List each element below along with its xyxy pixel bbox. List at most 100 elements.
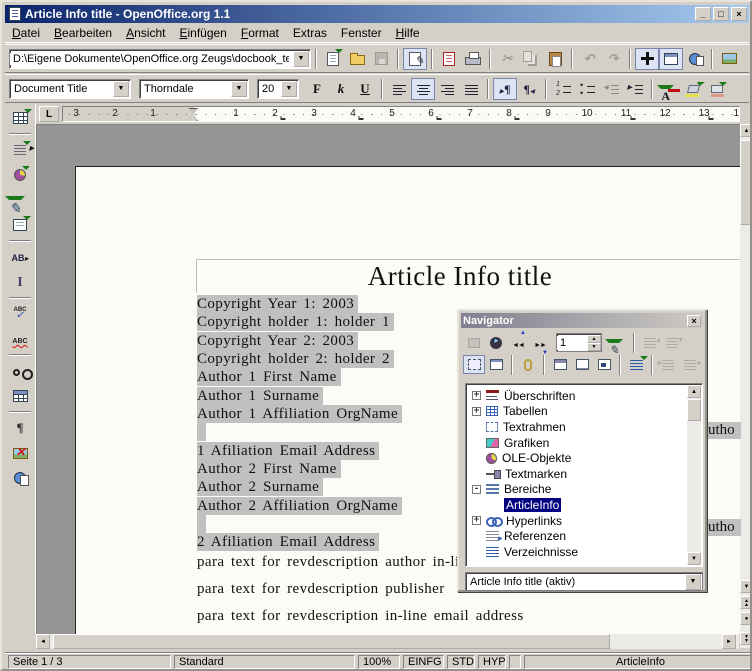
tree-item-verzeichnisse[interactable]: Verzeichnisse bbox=[466, 544, 702, 560]
scroll-left-icon[interactable]: ◄ bbox=[36, 634, 50, 649]
draw-functions-button[interactable] bbox=[8, 189, 32, 211]
promote-chapter-button[interactable] bbox=[639, 333, 661, 352]
right-to-left-button[interactable] bbox=[517, 78, 541, 100]
tree-item-textrahmen[interactable]: Textrahmen bbox=[466, 419, 702, 435]
expander-icon[interactable]: + bbox=[472, 516, 481, 525]
document-line[interactable]: Author 2 Affiliation OrgName bbox=[197, 497, 402, 515]
tree-item-ueberschriften[interactable]: + Überschriften bbox=[466, 388, 702, 404]
next-object-button[interactable] bbox=[529, 333, 551, 352]
navigator-close-button[interactable]: × bbox=[687, 315, 701, 327]
spellcheck-button[interactable] bbox=[8, 303, 32, 325]
document-line[interactable]: Copyright holder 2: holder 2 bbox=[197, 350, 394, 368]
document-line[interactable]: Author 2 First Name bbox=[197, 460, 341, 478]
document-line[interactable]: Copyright Year 1: 2003 bbox=[197, 295, 358, 313]
tree-item-grafiken[interactable]: Grafiken bbox=[466, 435, 702, 451]
document-line[interactable] bbox=[197, 423, 206, 441]
scrollbar-thumb[interactable] bbox=[687, 399, 701, 421]
font-name-combobox[interactable]: Thorndale ▼ bbox=[139, 79, 249, 99]
left-to-right-button[interactable] bbox=[493, 78, 517, 100]
horizontal-scrollbar[interactable]: ◄ ► bbox=[36, 634, 739, 649]
document-line[interactable]: Author 2 Surname bbox=[197, 478, 323, 496]
nonprinting-characters-button[interactable] bbox=[8, 417, 32, 439]
data-sources-button[interactable] bbox=[8, 385, 32, 407]
menu-hilfe[interactable]: Hilfe bbox=[389, 24, 427, 42]
paragraph-style-combobox[interactable]: Document Title ▼ bbox=[9, 79, 131, 99]
minimize-button[interactable]: _ bbox=[695, 7, 711, 21]
status-page-style[interactable]: Standard bbox=[174, 655, 355, 669]
direct-cursor-button[interactable] bbox=[8, 271, 32, 293]
document-line[interactable]: 2 Afiliation Email Address bbox=[197, 533, 379, 551]
status-insert-mode[interactable]: EINFG bbox=[403, 655, 444, 669]
autospellcheck-button[interactable] bbox=[8, 328, 32, 350]
tree-item-bereiche[interactable]: - Bereiche bbox=[466, 482, 702, 498]
redo-button[interactable] bbox=[601, 48, 625, 70]
document-line[interactable]: Author 1 Surname bbox=[197, 387, 323, 405]
export-pdf-button[interactable] bbox=[437, 48, 461, 70]
promote-level-button[interactable] bbox=[657, 355, 679, 374]
expander-icon[interactable]: + bbox=[472, 391, 481, 400]
next-page-button[interactable]: ▼▼ bbox=[740, 632, 752, 645]
style-dropdown-icon[interactable]: ▼ bbox=[113, 81, 129, 97]
menu-format[interactable]: Format bbox=[234, 24, 286, 42]
font-dropdown-icon[interactable]: ▼ bbox=[231, 81, 247, 97]
insert-table-button[interactable] bbox=[8, 107, 32, 129]
font-color-button[interactable] bbox=[657, 78, 681, 100]
scroll-down-icon[interactable]: ▼ bbox=[740, 580, 752, 593]
save-button[interactable] bbox=[369, 48, 393, 70]
align-center-button[interactable] bbox=[411, 78, 435, 100]
size-dropdown-icon[interactable]: ▼ bbox=[281, 81, 297, 97]
autotext-button[interactable] bbox=[8, 246, 32, 268]
maximize-button[interactable]: □ bbox=[713, 7, 729, 21]
tab-type-selector[interactable]: L bbox=[39, 106, 59, 122]
scroll-right-icon[interactable]: ► bbox=[722, 634, 736, 649]
navigation-button[interactable] bbox=[485, 333, 507, 352]
hyperlink-dialog-button[interactable] bbox=[683, 48, 707, 70]
tree-item-ole-objekte[interactable]: OLE-Objekte bbox=[466, 450, 702, 466]
status-hyperlink-mode[interactable]: HYP bbox=[478, 655, 506, 669]
document-line[interactable] bbox=[197, 515, 206, 533]
indent-marker[interactable] bbox=[189, 108, 198, 121]
scrollbar-thumb[interactable] bbox=[53, 634, 610, 649]
document-line[interactable]: Copyright Year 2: 2003 bbox=[197, 332, 358, 350]
title-bar[interactable]: Article Info title - OpenOffice.org 1.1 … bbox=[5, 5, 749, 23]
url-input[interactable] bbox=[10, 53, 292, 65]
page-number-spinbox[interactable]: ▲▼ bbox=[556, 333, 602, 352]
increase-indent-button[interactable] bbox=[623, 78, 647, 100]
font-size-combobox[interactable]: 20 ▼ bbox=[257, 79, 299, 99]
document-line[interactable]: 1 Afiliation Email Address bbox=[197, 442, 379, 460]
background-color-button[interactable] bbox=[705, 78, 729, 100]
menu-ansicht[interactable]: Ansicht bbox=[119, 24, 172, 42]
clipped-text-fragment[interactable]: utho bbox=[708, 519, 741, 536]
menu-einfuegen[interactable]: Einfügen bbox=[172, 24, 233, 42]
document-line[interactable]: para text for revdescription publisher bbox=[197, 579, 445, 599]
header-button[interactable] bbox=[549, 355, 571, 374]
status-selection-mode[interactable]: STD bbox=[447, 655, 475, 669]
status-page[interactable]: Seite 1 / 3 bbox=[8, 655, 171, 669]
justify-button[interactable] bbox=[459, 78, 483, 100]
tree-item-hyperlinks[interactable]: + Hyperlinks bbox=[466, 513, 702, 529]
edit-file-button[interactable] bbox=[403, 48, 427, 70]
scroll-up-icon[interactable]: ▲ bbox=[687, 385, 701, 398]
anchor-button[interactable] bbox=[517, 355, 539, 374]
cut-button[interactable] bbox=[495, 48, 519, 70]
scrollbar-thumb[interactable] bbox=[740, 140, 752, 225]
document-line[interactable]: para text for revdescription author in-l… bbox=[197, 552, 475, 572]
tree-item-tabellen[interactable]: + Tabellen bbox=[466, 404, 702, 420]
navigator-toggle-master-button[interactable] bbox=[463, 333, 485, 352]
bullets-button[interactable] bbox=[575, 78, 599, 100]
menu-bearbeiten[interactable]: Bearbeiten bbox=[47, 24, 119, 42]
status-zoom[interactable]: 100% bbox=[358, 655, 400, 669]
highlighting-button[interactable] bbox=[681, 78, 705, 100]
decrease-indent-button[interactable] bbox=[599, 78, 623, 100]
new-document-button[interactable] bbox=[321, 48, 345, 70]
document-line[interactable]: Author 1 Affiliation OrgName bbox=[197, 405, 402, 423]
close-button[interactable]: × bbox=[731, 7, 747, 21]
bold-button[interactable]: F bbox=[305, 78, 329, 100]
navigator-document-selector[interactable]: Article Info title (aktiv) ▼ bbox=[465, 572, 703, 591]
document-heading[interactable]: Article Info title bbox=[197, 261, 723, 292]
navigation-dot-button[interactable]: ● bbox=[740, 612, 752, 625]
spin-up-icon[interactable]: ▲ bbox=[587, 335, 601, 343]
scroll-up-icon[interactable]: ▲ bbox=[740, 124, 752, 137]
gallery-button[interactable] bbox=[717, 48, 741, 70]
print-button[interactable] bbox=[461, 48, 485, 70]
